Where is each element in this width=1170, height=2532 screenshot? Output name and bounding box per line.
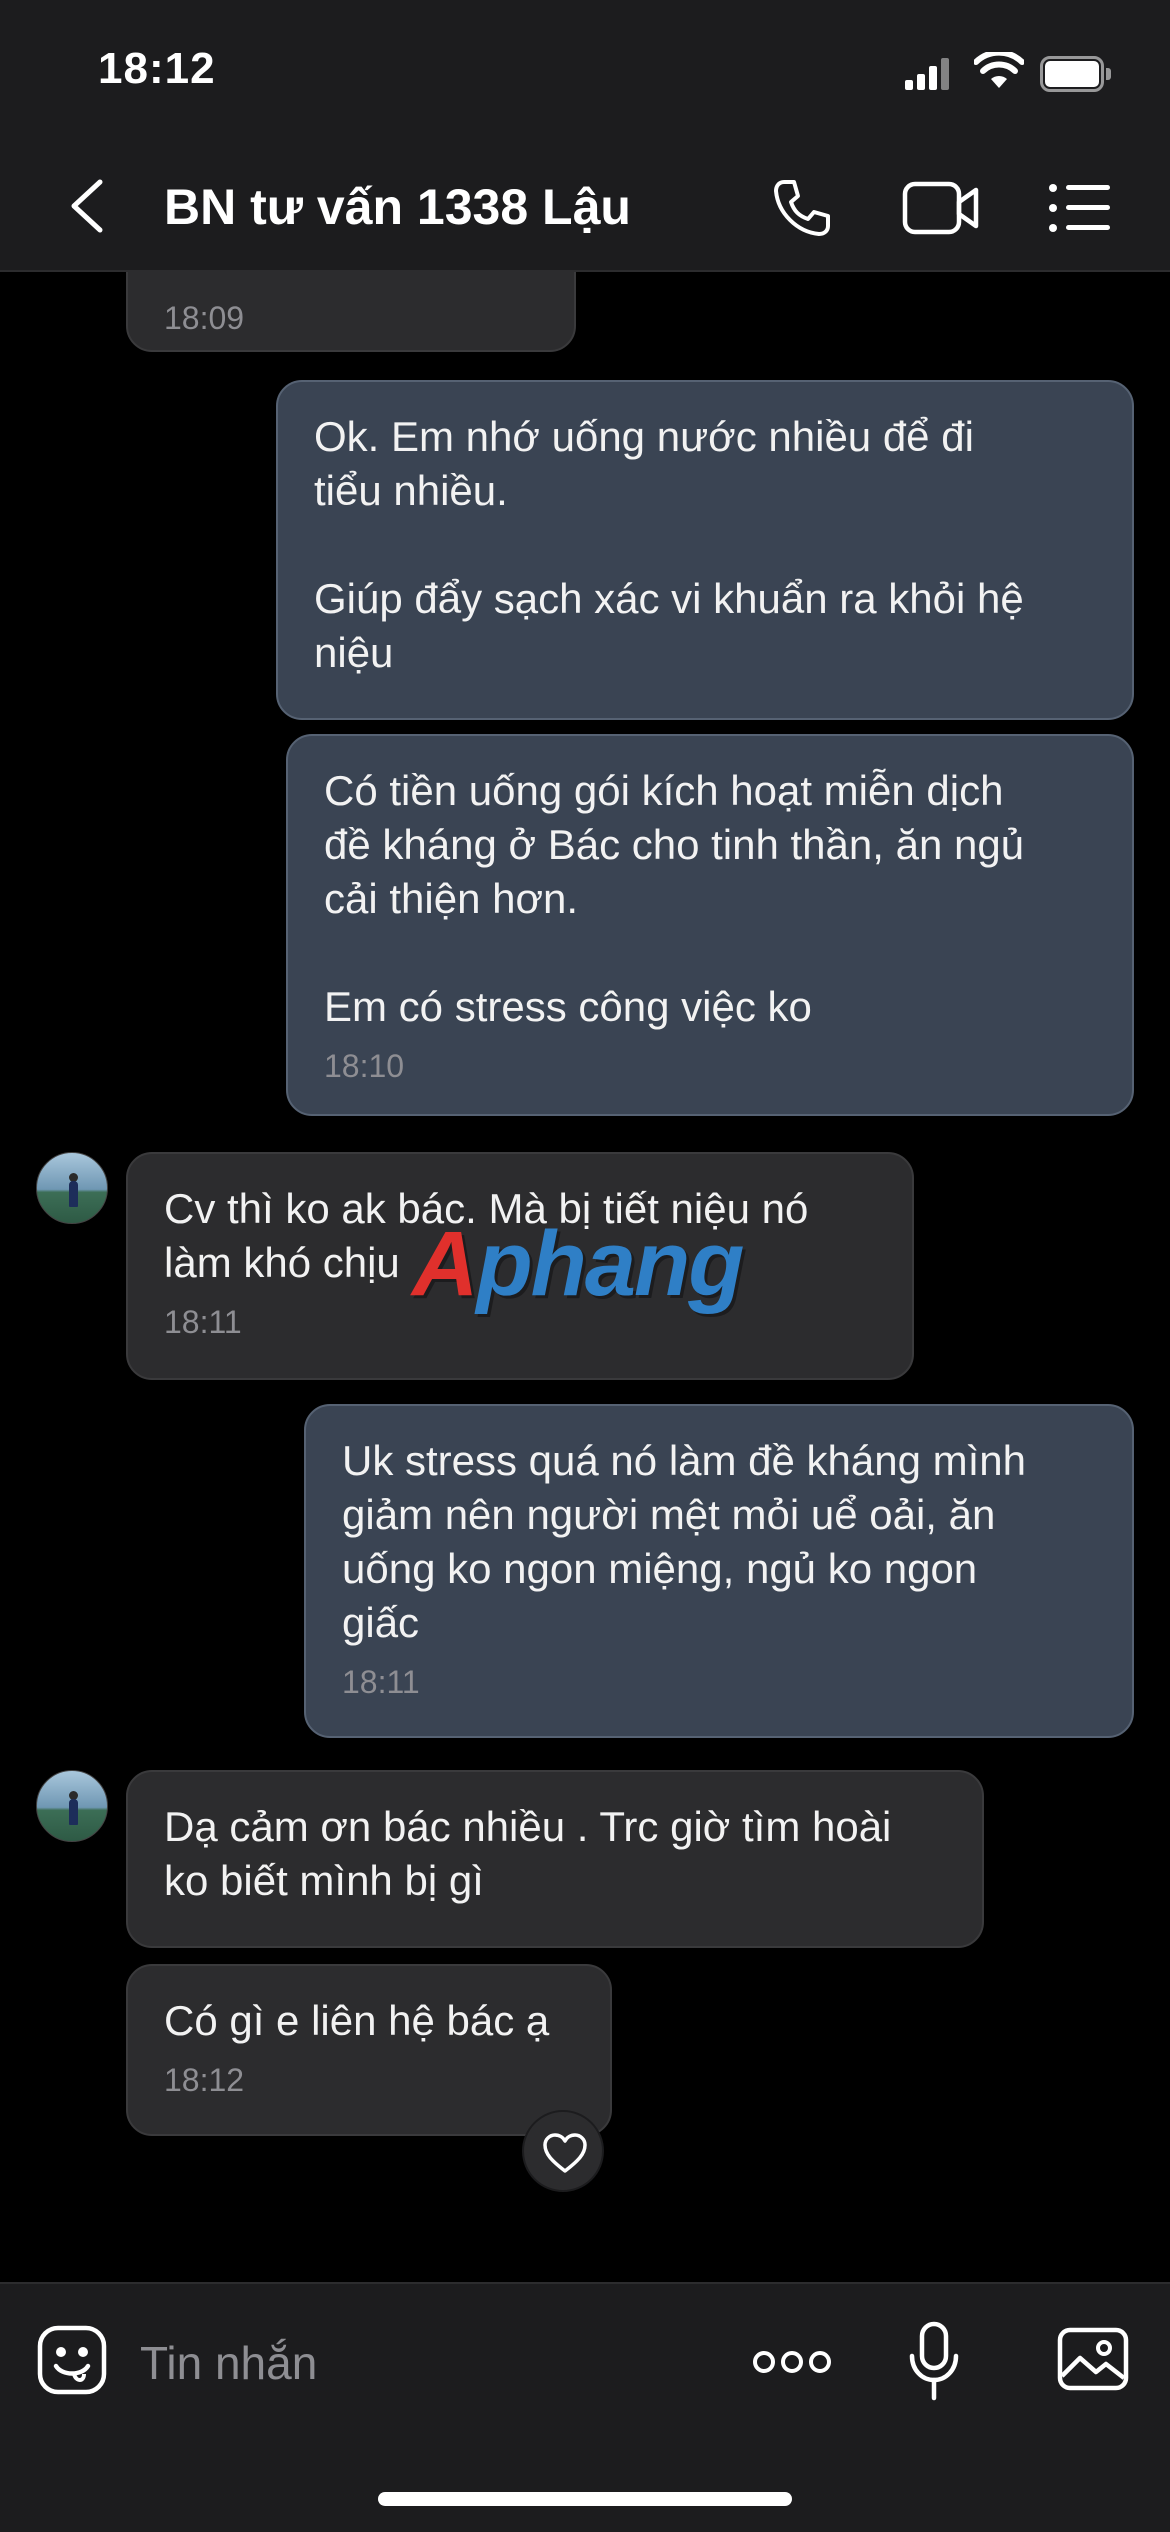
message-time: 18:09: [164, 300, 245, 336]
status-time: 18:12: [98, 44, 216, 93]
watermark-logo: Aphang: [412, 1213, 744, 1315]
reaction-button[interactable]: [522, 2110, 604, 2192]
more-icon[interactable]: [752, 2348, 832, 2376]
heart-icon: [543, 2133, 587, 2173]
message-bubble-incoming[interactable]: 18:09: [126, 272, 576, 352]
cellular-signal-icon: [905, 58, 949, 90]
status-bar: 18:12: [0, 0, 1170, 140]
message-bubble-outgoing[interactable]: Ok. Em nhớ uống nước nhiều để đi tiểu nh…: [276, 380, 1134, 720]
call-icon[interactable]: [770, 176, 834, 240]
message-text: Có tiền uống gói kích hoạt miễn dịch đề …: [324, 767, 1025, 1030]
chat-screen: 18:12 BN tư vấn 1338 Lậu 18:09 Ok. Em nh…: [0, 0, 1170, 2532]
message-bubble-outgoing[interactable]: Có tiền uống gói kích hoạt miễn dịch đề …: [286, 734, 1134, 1116]
chat-title[interactable]: BN tư vấn 1338 Lậu: [164, 178, 631, 236]
contact-avatar[interactable]: [36, 1770, 108, 1842]
contact-avatar[interactable]: [36, 1152, 108, 1224]
message-text: Có gì e liên hệ bác ạ: [164, 1997, 550, 2044]
message-text: Dạ cảm ơn bác nhiều . Trc giờ tìm hoài k…: [164, 1803, 892, 1904]
message-time: 18:11: [342, 1664, 420, 1700]
message-bubble-incoming[interactable]: Dạ cảm ơn bác nhiều . Trc giờ tìm hoài k…: [126, 1770, 984, 1948]
wifi-icon: [974, 52, 1024, 88]
message-bubble-outgoing[interactable]: Uk stress quá nó làm đề kháng mình giảm …: [304, 1404, 1134, 1738]
message-text: Ok. Em nhớ uống nước nhiều để đi tiểu nh…: [314, 413, 1024, 676]
image-icon[interactable]: [1056, 2326, 1130, 2392]
message-time: 18:10: [324, 1048, 405, 1084]
message-time: 18:12: [164, 2062, 245, 2098]
emoji-icon[interactable]: [36, 2324, 108, 2396]
message-list[interactable]: 18:09 Ok. Em nhớ uống nước nhiều để đi t…: [0, 272, 1170, 2282]
chat-header: BN tư vấn 1338 Lậu: [0, 140, 1170, 272]
video-call-icon[interactable]: [902, 180, 980, 236]
message-text: Uk stress quá nó làm đề kháng mình giảm …: [342, 1437, 1027, 1646]
battery-icon: [1040, 56, 1112, 92]
message-bubble-incoming[interactable]: Có gì e liên hệ bác ạ 18:12: [126, 1964, 612, 2136]
microphone-icon[interactable]: [906, 2320, 962, 2404]
back-icon[interactable]: [66, 178, 110, 234]
message-input[interactable]: [140, 2328, 700, 2398]
menu-icon[interactable]: [1048, 182, 1112, 234]
home-indicator[interactable]: [378, 2492, 792, 2506]
